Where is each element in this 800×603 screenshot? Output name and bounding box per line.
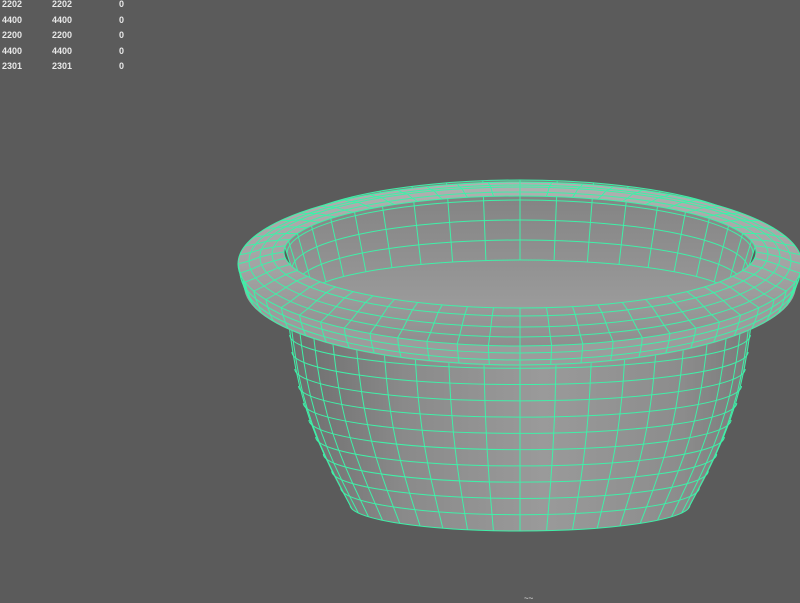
3d-viewport[interactable]: 2202 2202 0 4400 4400 0 2200 2200 0 4400… — [0, 0, 800, 600]
viewport-footer-label: ~~ — [524, 594, 533, 603]
bowl-mesh[interactable] — [0, 0, 800, 600]
